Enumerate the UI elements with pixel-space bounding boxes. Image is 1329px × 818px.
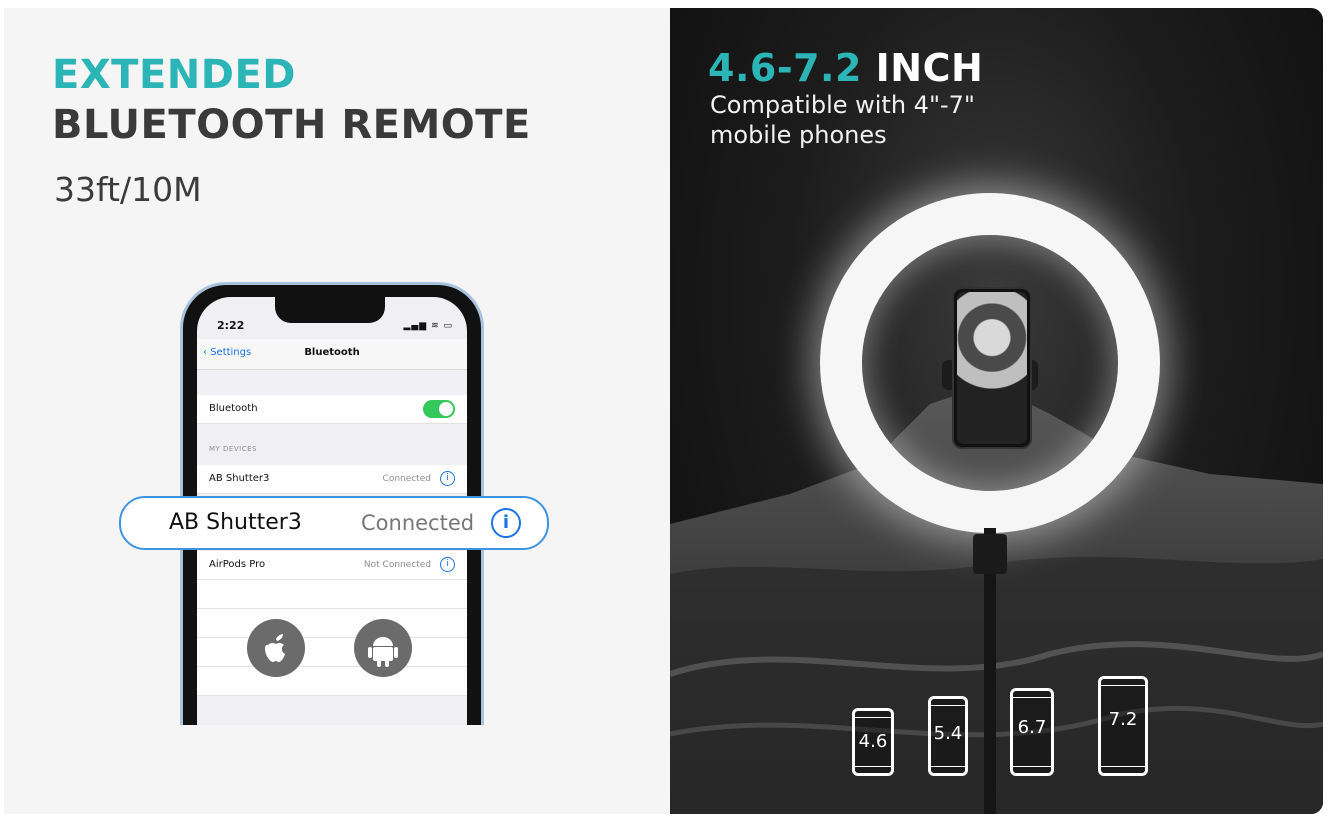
phone-size-icon: 5.4: [928, 696, 968, 776]
device-status: Connected: [382, 474, 431, 484]
apple-icon: [247, 619, 305, 677]
list-row-empty: [197, 580, 467, 609]
heading-extended: EXTENDED: [52, 52, 296, 98]
size-title: 4.6-7.2 INCH: [708, 46, 983, 90]
list-row-empty: [197, 609, 467, 638]
phone-size-icon: 6.7: [1010, 688, 1054, 776]
device-row[interactable]: AirPods Pro Not Connected i: [197, 551, 467, 580]
device-name: AB Shutter3: [209, 473, 270, 484]
nav-bar: ‹ Settings Bluetooth: [197, 339, 467, 370]
android-icon: [354, 619, 412, 677]
list-row-empty: [197, 667, 467, 696]
heading-bluetooth-remote: BLUETOOTH REMOTE: [52, 102, 531, 148]
phone-size-label: 5.4: [933, 723, 963, 744]
size-unit: INCH: [875, 46, 984, 90]
callout-device-name: AB Shutter3: [169, 510, 302, 535]
bluetooth-toggle-row: Bluetooth: [197, 395, 467, 424]
phone-size-icon: 7.2: [1098, 676, 1148, 776]
info-icon[interactable]: i: [491, 508, 521, 538]
callout-device-status: Connected: [361, 511, 475, 535]
nav-title: Bluetooth: [304, 347, 360, 358]
list-row-empty: [197, 638, 467, 667]
bluetooth-toggle[interactable]: [423, 400, 455, 418]
section-header: MY DEVICES: [209, 445, 257, 453]
phone-size-label: 7.2: [1108, 709, 1138, 730]
right-panel: 4.6-7.2 INCH Compatible with 4"-7" mobil…: [670, 8, 1323, 814]
info-icon[interactable]: i: [440, 557, 455, 572]
portrait-image: [957, 292, 1027, 444]
device-row[interactable]: AB Shutter3 Connected i: [197, 465, 467, 494]
device-status: Not Connected: [363, 560, 431, 570]
status-time: 2:22: [217, 319, 245, 332]
info-icon[interactable]: i: [440, 471, 455, 486]
compatibility-subtitle: Compatible with 4"-7" mobile phones: [710, 91, 975, 149]
connected-device-callout: AB Shutter3 Connected i: [119, 496, 549, 550]
left-panel: EXTENDED BLUETOOTH REMOTE 33ft/10M 2:22 …: [4, 8, 670, 814]
phone-size-label: 6.7: [1017, 717, 1047, 738]
device-name: AirPods Pro: [209, 559, 266, 570]
range-text: 33ft/10M: [54, 170, 202, 209]
phone-size-label: 4.6: [858, 731, 888, 752]
mounted-phone: [952, 287, 1032, 449]
ring-clamp: [973, 534, 1007, 574]
bluetooth-row-label: Bluetooth: [209, 403, 258, 414]
status-icons: ▂▄▆ ≋ ▭: [403, 321, 453, 331]
size-range: 4.6-7.2: [708, 46, 862, 90]
phone-size-icon: 4.6: [852, 708, 894, 776]
phone-notch: [275, 297, 385, 323]
